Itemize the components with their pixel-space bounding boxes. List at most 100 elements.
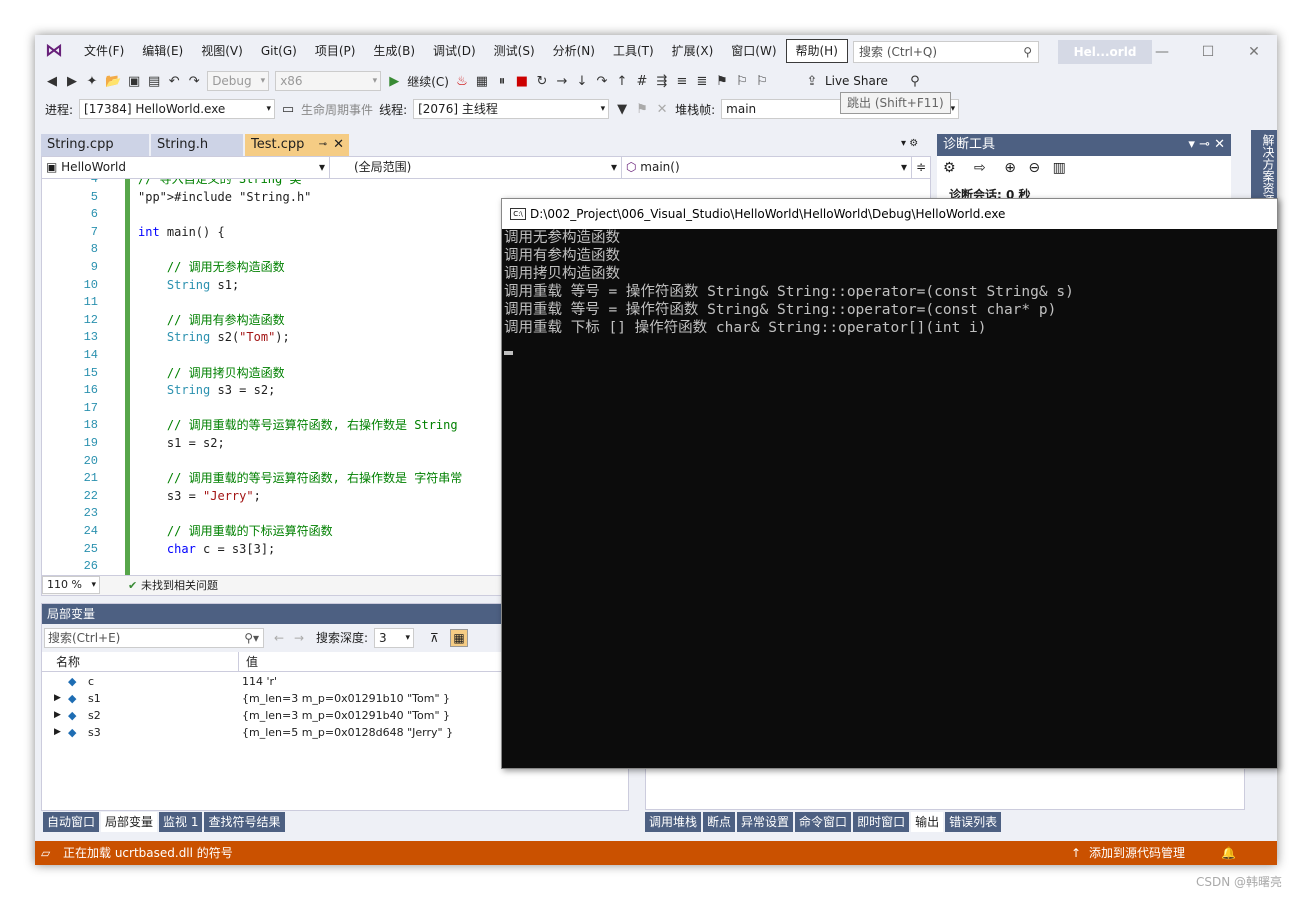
tab-locals[interactable]: 局部变量 (101, 812, 158, 832)
config-select[interactable]: Debug ▾ (207, 71, 270, 91)
menu-project[interactable]: 项目(P) (306, 40, 365, 62)
project-dropdown[interactable]: ▣ HelloWorld ▾ (42, 157, 330, 178)
tab-output[interactable]: 输出 (911, 812, 944, 832)
tab-string-cpp[interactable]: String.cpp (41, 134, 149, 156)
code-text: // 调用有参构造函数 (138, 312, 285, 327)
comment-icon[interactable]: ≡ (675, 74, 689, 89)
notification-icon[interactable]: 🔔 (1221, 841, 1236, 865)
show-flagged-icon[interactable]: ✕ (655, 102, 669, 117)
live-share-icon[interactable]: ⇪ (805, 74, 819, 89)
line-number: 26 (83, 559, 98, 574)
tab-command-window[interactable]: 命令窗口 (795, 812, 852, 832)
step-out-icon[interactable]: ↑ (615, 74, 629, 89)
arrow-left-icon[interactable]: ← (274, 624, 284, 652)
lifecycle-events-button[interactable]: 生命周期事件 (301, 101, 373, 118)
tab-call-stack[interactable]: 调用堆栈 (645, 812, 702, 832)
line-number: 5 (90, 189, 98, 204)
pause-icon[interactable]: ⏸ (495, 74, 509, 89)
tab-find-symbol[interactable]: 查找符号结果 (204, 812, 285, 832)
menu-edit[interactable]: 编辑(E) (133, 40, 192, 62)
minimize-button[interactable]: — (1147, 41, 1177, 63)
undo-icon[interactable]: ↶ (167, 74, 181, 89)
split-icon[interactable]: ≑ (916, 157, 926, 177)
settings-icon[interactable]: ⚙ (943, 160, 956, 176)
expand-icon[interactable]: ▶ (54, 707, 61, 724)
prev-bookmark-icon[interactable]: ⚐ (735, 74, 749, 89)
step-over-icon[interactable]: ↷ (595, 74, 609, 89)
variable-name: s1 (88, 692, 101, 705)
tab-test-cpp[interactable]: Test.cpp ⊸ ✕ (245, 134, 349, 156)
menu-debug[interactable]: 调试(D) (424, 40, 485, 62)
stop-icon[interactable]: ■ (515, 74, 529, 89)
close-tab-icon[interactable]: ✕ (333, 134, 344, 156)
hex-icon[interactable]: # (635, 74, 649, 89)
scope-dropdown[interactable]: (全局范围) ▾ (330, 157, 622, 178)
tab-watch1[interactable]: 监视 1 (159, 812, 203, 832)
chart-icon[interactable]: ▥ (1053, 160, 1066, 176)
bookmark-icon[interactable]: ⚑ (715, 74, 729, 89)
continue-button[interactable]: 继续(C) (407, 73, 449, 90)
tab-immediate-window[interactable]: 即时窗口 (853, 812, 910, 832)
tab-dropdown-icon[interactable]: ▾ ⚙ (901, 138, 918, 149)
threads-icon[interactable]: ⇶ (655, 74, 669, 89)
menu-file[interactable]: 文件(F) (75, 40, 133, 62)
depth-select[interactable]: 3 ▾ (374, 628, 414, 648)
menu-window[interactable]: 窗口(W) (722, 40, 785, 62)
uncomment-icon[interactable]: ≣ (695, 74, 709, 89)
thread-select[interactable]: [2076] 主线程 ▾ (413, 99, 610, 119)
save-all-icon[interactable]: ▤ (147, 74, 161, 89)
open-folder-icon[interactable]: 📂 (105, 74, 121, 89)
hot-reload-icon[interactable]: ♨ (455, 74, 469, 89)
process-select[interactable]: [17384] HelloWorld.exe ▾ (79, 99, 276, 119)
expand-icon[interactable]: ▶ (54, 724, 61, 741)
tab-string-h[interactable]: String.h (151, 134, 243, 156)
tab-error-list[interactable]: 错误列表 (945, 812, 1002, 832)
back-icon[interactable]: ◀ (45, 74, 59, 89)
next-bookmark-icon[interactable]: ⚐ (755, 74, 769, 89)
close-button[interactable]: ✕ (1239, 41, 1269, 63)
menu-analyze[interactable]: 分析(N) (544, 40, 604, 62)
tab-autos[interactable]: 自动窗口 (43, 812, 100, 832)
play-icon[interactable]: ▶ (387, 74, 401, 89)
arrow-right-icon[interactable]: → (294, 624, 304, 652)
maximize-button[interactable]: ☐ (1193, 41, 1223, 63)
expand-icon[interactable]: ▶ (54, 690, 61, 707)
menu-test[interactable]: 测试(S) (485, 40, 544, 62)
menu-git[interactable]: Git(G) (252, 40, 306, 62)
zoom-select[interactable]: 110 % ▾ (42, 576, 100, 594)
save-icon[interactable]: ▣ (127, 74, 141, 89)
live-share-button[interactable]: Live Share (825, 74, 888, 88)
pin-source-icon[interactable]: ⊼ (430, 624, 439, 652)
menu-help[interactable]: 帮助(H) (785, 39, 848, 63)
platform-select[interactable]: x86 ▾ (275, 71, 382, 91)
export-icon[interactable]: ⇨ (974, 160, 986, 176)
variable-name: c (88, 675, 95, 688)
show-next-statement-icon[interactable]: → (555, 74, 569, 89)
forward-icon[interactable]: ▶ (65, 74, 79, 89)
locals-search-input[interactable]: 搜索(Ctrl+E) ⚲▾ (44, 628, 264, 648)
feedback-icon[interactable]: ⚲ (908, 74, 922, 89)
source-control-button[interactable]: 添加到源代码管理 (1089, 841, 1185, 865)
zoom-out-icon[interactable]: ⊖ (1028, 160, 1040, 176)
filter-icon[interactable]: ▼ (615, 102, 629, 117)
redo-icon[interactable]: ↷ (187, 74, 201, 89)
console-window[interactable]: C:\ D:\002_Project\006_Visual_Studio\Hel… (501, 198, 1278, 769)
search-input[interactable]: 搜索 (Ctrl+Q) ⚲ (853, 41, 1039, 63)
restart-icon[interactable]: ↻ (535, 74, 549, 89)
menu-build[interactable]: 生成(B) (364, 40, 424, 62)
tab-exception-settings[interactable]: 异常设置 (737, 812, 794, 832)
menu-view[interactable]: 视图(V) (192, 40, 252, 62)
menu-extensions[interactable]: 扩展(X) (663, 40, 723, 62)
hex-view-icon[interactable]: ▦ (450, 629, 468, 647)
panel-controls-icon[interactable]: ▾ ⊸ ✕ (1188, 134, 1225, 156)
menu-tools[interactable]: 工具(T) (604, 40, 663, 62)
function-dropdown[interactable]: ⬡ main() ▾ (622, 157, 912, 178)
pin-icon[interactable]: ⊸ (319, 134, 327, 156)
zoom-in-icon[interactable]: ⊕ (1004, 160, 1016, 176)
flag-thread-icon[interactable]: ⚑ (635, 102, 649, 117)
diagnostics-icon[interactable]: ▦ (475, 74, 489, 89)
stackframe-label: 堆栈帧: (675, 102, 716, 117)
step-into-icon[interactable]: ↓ (575, 74, 589, 89)
new-item-icon[interactable]: ✦ (85, 74, 99, 89)
tab-breakpoints[interactable]: 断点 (703, 812, 736, 832)
